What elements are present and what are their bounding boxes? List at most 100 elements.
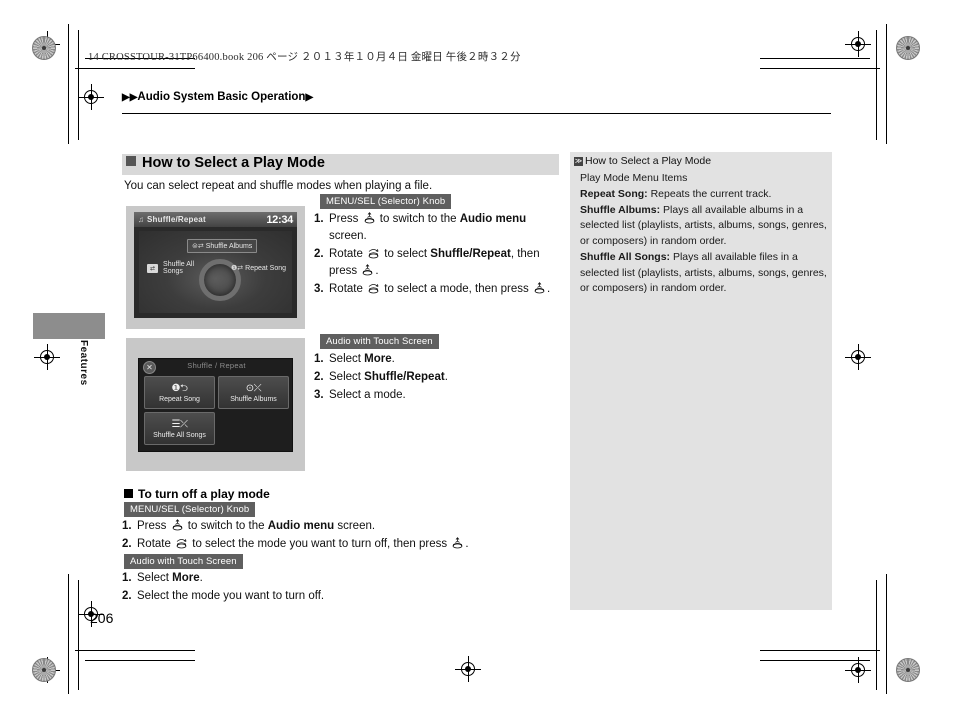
step-number: 2. xyxy=(314,247,324,260)
step-text: Press to switch to the Audio menu screen… xyxy=(137,519,376,532)
side-note-entry-term: Shuffle All Songs: xyxy=(580,250,671,263)
touch-steps-list: 1. Select More. 2. Select Shuffle/Repeat. 3.… xyxy=(314,351,564,405)
shuffle-albums-icon: ⊜⇄ xyxy=(192,243,204,250)
side-note-subheading: Play Mode Menu Items xyxy=(580,172,688,184)
color-calibration-dot-top-left xyxy=(32,36,56,60)
knob-option-shuffle-albums: ⊜⇄ Shuffle Albums xyxy=(187,239,258,253)
step-emphasis: Shuffle/Repeat xyxy=(430,247,511,260)
knob-screen-display: ♫ Shuffle/Repeat 12:34 ⊜⇄ Shuffle Albums… xyxy=(134,212,297,318)
step-number: 1. xyxy=(314,353,324,365)
side-note-heading: ≫ How to Select a Play Mode xyxy=(574,155,711,167)
step-text: Select Shuffle/Repeat. xyxy=(329,370,448,383)
music-note-icon: ♫ xyxy=(138,215,144,224)
book-file-line: 14 CROSSTOUR-31TP66400.book 206 ページ ２０１３… xyxy=(88,52,521,63)
registration-mark-top-right xyxy=(845,31,871,57)
page-title-text: How to Select a Play Mode xyxy=(142,155,325,171)
touch-tile-shuffle-albums-label: Shuffle Albums xyxy=(230,395,277,403)
repeat-song-icon: ❶⮌ xyxy=(171,382,188,394)
repeat-song-icon: ❶⇄ xyxy=(231,265,244,272)
side-note-entry-term: Repeat Song: xyxy=(580,187,648,200)
instruction-step: 2. Rotate to select the mode you want to … xyxy=(122,536,542,553)
press-knob-icon xyxy=(534,281,545,293)
instruction-step: 1. Select More. xyxy=(122,570,542,587)
knob-option-shuffle-all-songs: ⇄ Shuffle All Songs xyxy=(147,261,201,276)
instruction-step: 2. Select Shuffle/Repeat. xyxy=(314,369,564,386)
knob-option-repeat-song: ❶⇄ Repeat Song xyxy=(231,264,287,273)
knob-screen-body: ⊜⇄ Shuffle Albums ⇄ Shuffle All Songs ❶⇄… xyxy=(139,231,292,313)
step-number: 1. xyxy=(122,520,132,532)
page-title: How to Select a Play Mode xyxy=(126,155,325,171)
instruction-step: 3. Select a mode. xyxy=(314,387,564,404)
step-emphasis: More xyxy=(172,572,200,584)
turn-off-touch-steps: 1. Select More. 2. Select the mode you want… xyxy=(122,570,542,606)
touch-tile-empty xyxy=(218,412,289,445)
step-text: Rotate to select Shuffle/Repeat, then pr… xyxy=(329,247,540,277)
turn-off-heading-text: To turn off a play mode xyxy=(138,487,270,501)
instruction-step: 1. Select More. xyxy=(314,351,564,368)
touch-tile-repeat-song-label: Repeat Song xyxy=(159,395,200,403)
touch-screen-display: ✕ Shuffle / Repeat ❶⮌ Repeat Song ⊙⤫ Shu… xyxy=(138,358,293,452)
step-number: 3. xyxy=(314,282,324,295)
registration-mark-bottom-right xyxy=(845,657,871,683)
press-knob-icon xyxy=(364,212,374,224)
side-note-entry: Shuffle Albums: Plays all available albu… xyxy=(580,203,828,250)
instruction-step: 1. Press to switch to the Audio menu scre… xyxy=(314,211,564,245)
touch-tile-shuffle-all-songs[interactable]: ☰⤫ Shuffle All Songs xyxy=(144,412,215,445)
knob-option-repeat-song-label: Repeat Song xyxy=(245,264,287,272)
page-number: 206 xyxy=(90,610,114,626)
touch-tile-shuffle-albums[interactable]: ⊙⤫ Shuffle Albums xyxy=(218,376,289,409)
step-text: Select the mode you want to turn off. xyxy=(137,589,325,602)
step-emphasis: Audio menu xyxy=(459,213,527,225)
instruction-step: 2. Rotate to select Shuffle/Repeat, then … xyxy=(314,246,564,280)
clock-display: 12:34 xyxy=(266,213,293,226)
breadcrumb-left-arrows-icon: ▶▶ xyxy=(122,92,138,103)
knob-screen-titlebar: ♫ Shuffle/Repeat 12:34 xyxy=(134,212,297,227)
heading-square-icon xyxy=(126,156,136,166)
step-number: 3. xyxy=(314,388,324,401)
step-number: 1. xyxy=(314,213,324,225)
header-rule xyxy=(122,113,831,115)
side-note-entry: Repeat Song: Repeats the current track. xyxy=(580,187,828,203)
shuffle-all-songs-icon: ☰⤫ xyxy=(171,418,188,430)
instruction-step: 1. Press to switch to the Audio menu scre… xyxy=(122,518,542,535)
step-text: Select a mode. xyxy=(329,388,406,401)
knob-option-shuffle-all-songs-label: Shuffle All Songs xyxy=(163,261,195,276)
intro-text: You can select repeat and shuffle modes … xyxy=(124,180,433,192)
margin-tab-block xyxy=(33,313,105,339)
step-text: Select More. xyxy=(137,572,203,584)
rotate-knob-icon xyxy=(368,248,379,259)
margin-tab-label: Features xyxy=(78,340,89,386)
turn-off-heading: To turn off a play mode xyxy=(124,487,270,501)
step-emphasis: More xyxy=(364,353,392,365)
rotate-knob-icon xyxy=(368,283,379,293)
step-emphasis: Shuffle/Repeat xyxy=(364,370,445,383)
side-note-mark-icon: ≫ xyxy=(574,157,583,166)
touch-screen-figure: ✕ Shuffle / Repeat ❶⮌ Repeat Song ⊙⤫ Shu… xyxy=(126,338,305,471)
touch-tile-repeat-song[interactable]: ❶⮌ Repeat Song xyxy=(144,376,215,409)
turn-off-knob-badge: MENU/SEL (Selector) Knob xyxy=(124,502,256,517)
side-note-body: Play Mode Menu Items Repeat Song: Repeat… xyxy=(580,171,828,297)
step-text: Select More. xyxy=(329,353,395,365)
touch-tile-grid: ❶⮌ Repeat Song ⊙⤫ Shuffle Albums ☰⤫ Shuf… xyxy=(144,376,289,445)
knob-option-shuffle-albums-label: Shuffle Albums xyxy=(205,242,253,250)
step-number: 1. xyxy=(122,572,132,584)
turn-off-knob-steps: 1. Press to switch to the Audio menu scre… xyxy=(122,518,542,554)
side-note-entry-desc: Repeats the current track. xyxy=(647,187,772,200)
step-number: 2. xyxy=(314,370,324,383)
registration-mark-inner-top-left xyxy=(78,84,104,110)
color-calibration-dot-top-right xyxy=(896,36,920,60)
registration-mark-left xyxy=(34,344,60,370)
knob-screen-figure: ♫ Shuffle/Repeat 12:34 ⊜⇄ Shuffle Albums… xyxy=(126,206,305,329)
color-calibration-dot-bottom-left xyxy=(32,658,56,682)
rotate-knob-icon xyxy=(176,538,187,549)
manual-page: 14 CROSSTOUR-31TP66400.book 206 ページ ２０１３… xyxy=(0,0,954,718)
touch-screen-title: Shuffle / Repeat xyxy=(187,361,246,370)
knob-steps-list: 1. Press to switch to the Audio menu scre… xyxy=(314,211,564,298)
knob-screen-title: Shuffle/Repeat xyxy=(147,215,206,224)
press-knob-icon xyxy=(452,537,463,549)
press-knob-icon xyxy=(172,519,182,531)
press-knob-icon xyxy=(362,263,373,276)
breadcrumb: ▶▶Audio System Basic Operation▶ xyxy=(122,91,313,103)
side-note-heading-text: How to Select a Play Mode xyxy=(585,155,712,167)
touch-tile-shuffle-all-songs-label: Shuffle All Songs xyxy=(153,431,206,439)
